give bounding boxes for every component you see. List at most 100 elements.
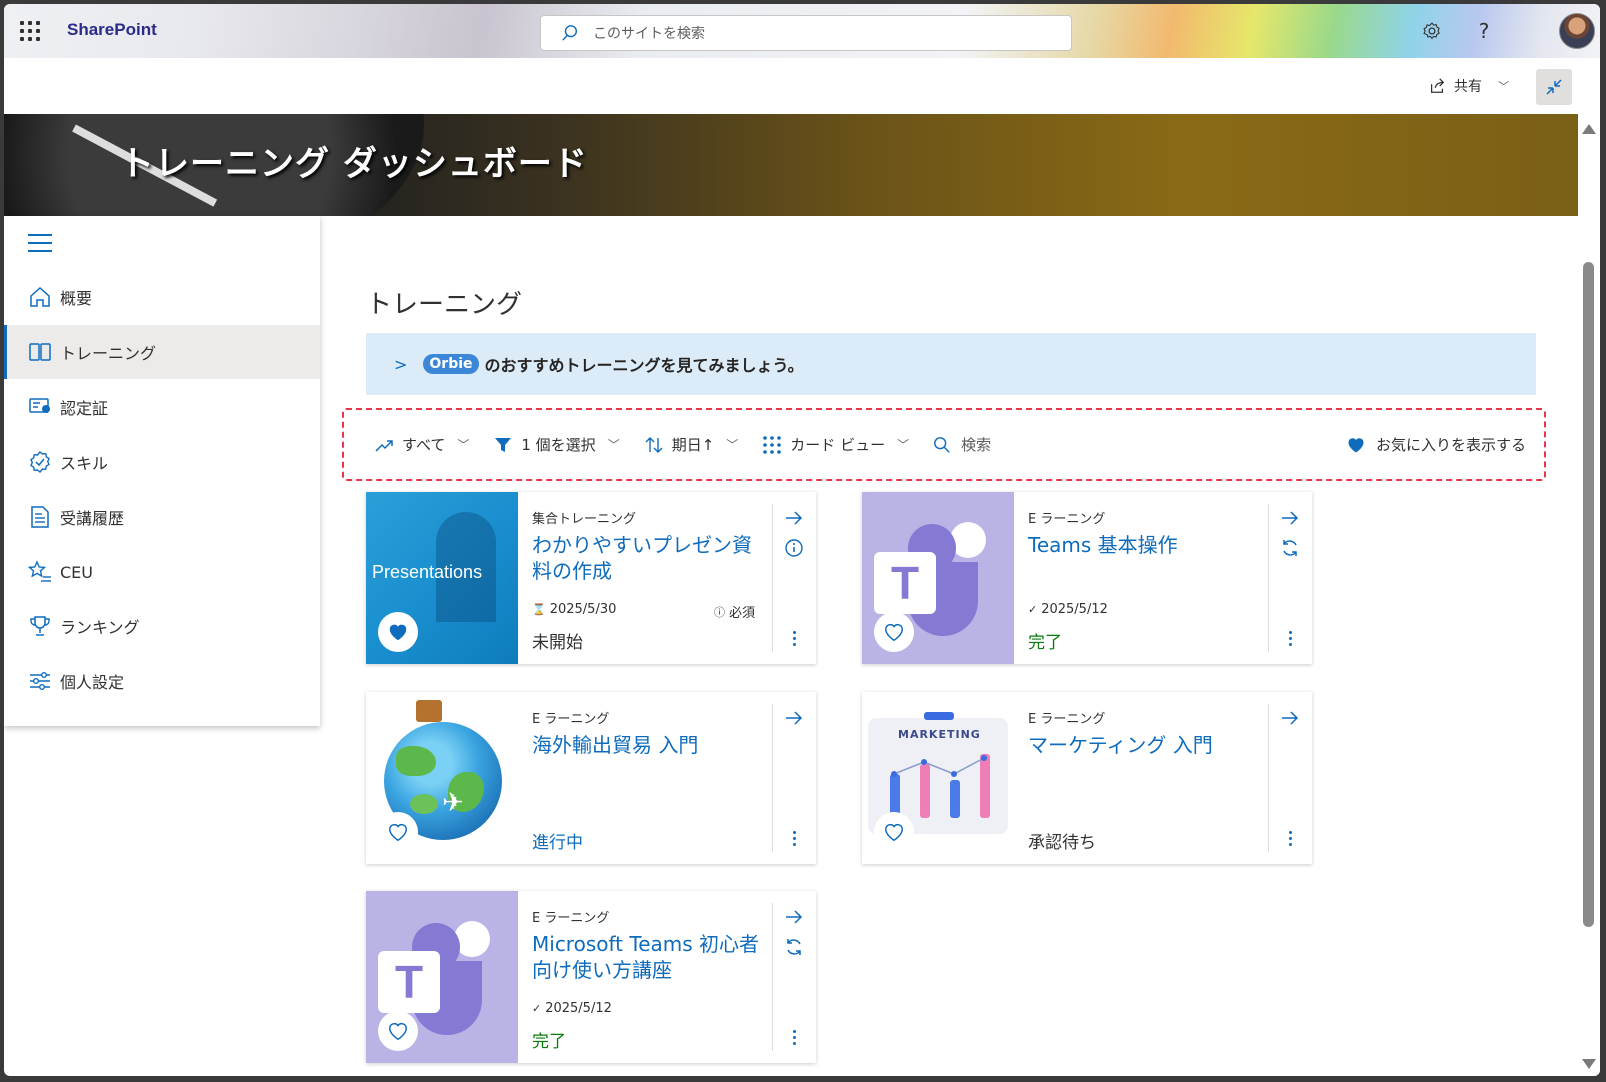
chevron-down-icon: ﹀ — [897, 438, 910, 452]
nav-item-certificates[interactable]: 認定証 — [4, 380, 320, 434]
training-card[interactable]: T E ラーニング Microsoft Teams 初心者向け使い方講座 ✓ 2… — [366, 891, 816, 1063]
more-options-icon[interactable] — [1278, 826, 1302, 850]
nav-item-label: 概要 — [60, 289, 93, 308]
chevron-down-icon: ﹀ — [726, 438, 739, 452]
favorite-button[interactable] — [378, 612, 418, 652]
nav-item-overview[interactable]: 概要 — [4, 270, 320, 324]
suite-bar: SharePoint このサイトを検索 ? — [4, 4, 1600, 58]
nav-item-skills[interactable]: スキル — [4, 435, 320, 489]
training-card[interactable]: Presentations 集合トレーニング わかりやすいプレゼン資料の作成 ⌛… — [366, 492, 816, 664]
more-options-icon[interactable] — [1278, 626, 1302, 650]
trending-icon — [375, 439, 393, 452]
search-placeholder: このサイトを検索 — [593, 26, 705, 42]
orbie-recommendation-banner[interactable]: > Orbie のおすすめトレーニングを見てみましょう。 — [366, 333, 1536, 395]
more-options-icon[interactable] — [782, 826, 806, 850]
home-icon — [30, 286, 50, 307]
scroll-down-arrow-icon[interactable] — [1582, 1059, 1596, 1069]
nav-item-settings[interactable]: 個人設定 — [4, 654, 320, 708]
vertical-scrollbar[interactable] — [1578, 114, 1600, 1076]
command-bar: 共有 ﹀ — [4, 58, 1600, 114]
site-search-input[interactable]: このサイトを検索 — [540, 15, 1072, 51]
card-category: E ラーニング — [1028, 712, 1106, 727]
card-category: E ラーニング — [532, 712, 610, 727]
user-avatar[interactable] — [1559, 13, 1595, 49]
card-title-link[interactable]: わかりやすいプレゼン資料の作成 — [532, 532, 764, 584]
heart-filled-icon — [1348, 437, 1364, 452]
card-status: 承認待ち — [1028, 833, 1096, 853]
card-status: 完了 — [1028, 633, 1062, 653]
filter-all-label: すべて — [402, 436, 446, 454]
arrow-right-icon[interactable] — [782, 905, 806, 929]
card-due-date: ⌛ 2025/5/30 — [532, 602, 616, 617]
badge-icon — [30, 451, 50, 473]
nav-item-training[interactable]: トレーニング — [4, 325, 320, 379]
card-category: E ラーニング — [1028, 512, 1106, 527]
heart-outline-icon — [885, 823, 903, 842]
thumbnail-text: MARKETING — [898, 728, 981, 741]
refresh-icon[interactable] — [782, 935, 806, 959]
nav-item-label: トレーニング — [60, 344, 157, 363]
more-options-icon[interactable] — [782, 626, 806, 650]
card-title-link[interactable]: マーケティング 入門 — [1028, 732, 1260, 758]
card-completed-date: ✓ 2025/5/12 — [1028, 602, 1108, 617]
favorite-button[interactable] — [378, 1011, 418, 1051]
banner-title: トレーニング ダッシュボード — [120, 144, 588, 184]
info-icon[interactable] — [782, 536, 806, 560]
filter-icon — [495, 437, 512, 452]
heart-outline-icon — [885, 623, 903, 642]
training-card[interactable]: ✈ E ラーニング 海外輸出貿易 入門 進行中 — [366, 692, 816, 864]
filter-select-dropdown[interactable]: 1 個を選択 ﹀ — [493, 434, 620, 455]
help-icon[interactable]: ? — [1472, 19, 1496, 43]
training-card[interactable]: T E ラーニング Teams 基本操作 ✓ 2025/5/12 完了 — [862, 492, 1312, 664]
card-category: 集合トレーニング — [532, 512, 637, 527]
heart-filled-icon — [389, 624, 407, 641]
sort-arrows-icon — [645, 436, 663, 453]
filter-search-input[interactable]: 検索 — [933, 434, 991, 455]
nav-item-label: CEU — [60, 562, 93, 582]
filter-search-placeholder: 検索 — [961, 436, 992, 454]
card-status: 進行中 — [532, 833, 583, 853]
sort-dropdown[interactable]: 期日↑ ﹀ — [644, 434, 739, 455]
collapse-button[interactable] — [1536, 69, 1572, 105]
app-launcher-icon[interactable] — [18, 19, 42, 43]
certificate-icon — [29, 398, 50, 413]
view-dropdown[interactable]: カード ビュー ﹀ — [762, 434, 909, 455]
refresh-icon[interactable] — [1278, 536, 1302, 560]
filter-bar: すべて ﹀ 1 個を選択 ﹀ 期日↑ ﹀ カード ビュー ﹀ 検索 お気に入りを… — [342, 408, 1546, 481]
nav-item-ranking[interactable]: ランキング — [4, 599, 320, 653]
info-small-icon: ⓘ — [714, 605, 725, 619]
card-divider — [772, 504, 773, 652]
training-card[interactable]: MARKETING E ラーニング マーケティング 入門 承認待ち — [862, 692, 1312, 864]
card-status: 未開始 — [532, 633, 583, 653]
card-required-text: 必須 — [729, 606, 756, 621]
nav-item-history[interactable]: 受講履歴 — [4, 490, 320, 544]
nav-item-label: 認定証 — [60, 399, 109, 418]
arrow-right-icon[interactable] — [782, 506, 806, 530]
card-title-link[interactable]: 海外輸出貿易 入門 — [532, 732, 764, 758]
favorite-button[interactable] — [378, 812, 418, 852]
star-list-icon — [28, 560, 51, 582]
scroll-thumb[interactable] — [1583, 262, 1594, 927]
brand-name[interactable]: SharePoint — [67, 20, 157, 40]
arrow-right-icon[interactable] — [1278, 506, 1302, 530]
more-options-icon[interactable] — [782, 1025, 806, 1049]
favorite-button[interactable] — [874, 812, 914, 852]
arrow-right-icon[interactable] — [1278, 706, 1302, 730]
chevron-right-icon[interactable]: > — [394, 355, 407, 374]
card-due-date-text: 2025/5/30 — [549, 602, 617, 617]
filter-all-dropdown[interactable]: すべて ﹀ — [374, 434, 469, 455]
book-icon — [29, 343, 51, 361]
favorite-button[interactable] — [874, 612, 914, 652]
chevron-down-icon: ﹀ — [1498, 80, 1509, 93]
scroll-up-arrow-icon[interactable] — [1582, 124, 1596, 134]
card-title-link[interactable]: Microsoft Teams 初心者向け使い方講座 — [532, 931, 764, 983]
settings-gear-icon[interactable] — [1420, 19, 1444, 43]
arrow-right-icon[interactable] — [782, 706, 806, 730]
nav-item-label: 個人設定 — [60, 673, 125, 692]
show-favorites-toggle[interactable]: お気に入りを表示する — [1346, 434, 1526, 455]
share-button[interactable]: 共有 ﹀ — [1428, 76, 1509, 96]
card-completed-date: ✓ 2025/5/12 — [532, 1001, 612, 1016]
card-title-link[interactable]: Teams 基本操作 — [1028, 532, 1260, 558]
hamburger-menu-icon[interactable] — [28, 234, 52, 252]
nav-item-ceu[interactable]: CEU — [4, 545, 320, 599]
